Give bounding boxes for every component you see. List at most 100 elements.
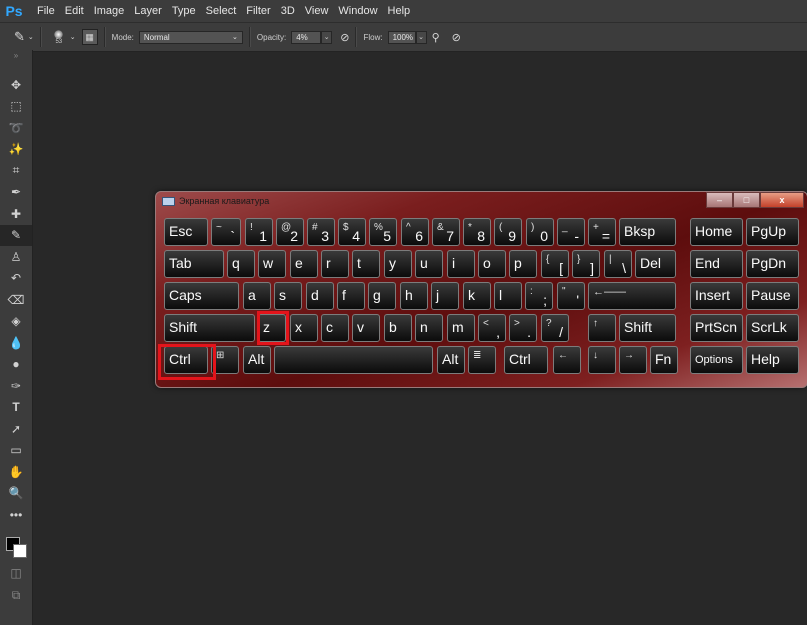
key-shift-left[interactable]: Shift — [164, 314, 255, 342]
key-backspace[interactable]: Bksp — [619, 218, 676, 246]
key-o[interactable]: o — [478, 250, 506, 278]
brush-size-picker[interactable]: 53 — [48, 29, 70, 45]
key-y[interactable]: y — [384, 250, 412, 278]
blur-icon[interactable]: 💧 — [0, 332, 32, 354]
key-caps[interactable]: Caps — [164, 282, 239, 310]
key-right-bracket[interactable]: }] — [572, 250, 600, 278]
crop-icon[interactable]: ⌗ — [0, 160, 32, 182]
mode-dropdown[interactable]: Normal ⌄ — [138, 30, 243, 44]
key-end[interactable]: End — [690, 250, 743, 278]
close-button[interactable]: x — [760, 192, 804, 208]
panel-grip[interactable]: » — [0, 50, 32, 60]
key-minus[interactable]: _ - — [557, 218, 585, 246]
key-a[interactable]: a — [243, 282, 271, 310]
key-semicolon[interactable]: :; — [525, 282, 553, 310]
key-4[interactable]: $4 — [338, 218, 366, 246]
type-icon[interactable]: T — [0, 397, 32, 419]
key-s[interactable]: s — [274, 282, 302, 310]
brush-preset-icon[interactable]: ✎ — [14, 29, 25, 45]
lasso-icon[interactable]: ➰ — [0, 117, 32, 139]
stamp-icon[interactable]: ♙ — [0, 246, 32, 268]
key-q[interactable]: q — [227, 250, 255, 278]
key-delete[interactable]: Del — [635, 250, 676, 278]
key-left-bracket[interactable]: {[ — [541, 250, 569, 278]
key-3[interactable]: #3 — [307, 218, 335, 246]
brush-panel-toggle-icon[interactable]: ▦ — [81, 29, 98, 45]
key-b[interactable]: b — [384, 314, 412, 342]
key-9[interactable]: (9 — [494, 218, 522, 246]
key-p[interactable]: p — [509, 250, 537, 278]
eraser-icon[interactable]: ⌫ — [0, 289, 32, 311]
key-arrow-down[interactable]: ↓ — [588, 346, 616, 374]
key-help[interactable]: Help — [746, 346, 799, 374]
key-backslash[interactable]: | \ — [604, 250, 632, 278]
menu-edit[interactable]: Edit — [60, 5, 89, 17]
menu-file[interactable]: File — [32, 5, 60, 17]
key-h[interactable]: h — [400, 282, 428, 310]
eyedropper-icon[interactable]: ✒ — [0, 182, 32, 204]
key-pgdn[interactable]: PgDn — [746, 250, 799, 278]
minimize-button[interactable]: – — [706, 192, 733, 208]
key-enter[interactable]: ←—— — [588, 282, 676, 310]
key-space[interactable] — [274, 346, 433, 374]
key-fn[interactable]: Fn — [650, 346, 678, 374]
key-6[interactable]: ^ 6 — [401, 218, 429, 246]
key-prtscn[interactable]: PrtScn — [690, 314, 743, 342]
paint-bucket-icon[interactable]: ◈ — [0, 311, 32, 333]
key-t[interactable]: t — [352, 250, 380, 278]
key-alt-left[interactable]: Alt — [243, 346, 271, 374]
rectangle-icon[interactable]: ▭ — [0, 440, 32, 462]
key-5[interactable]: % 5 — [369, 218, 397, 246]
key-1[interactable]: ! 1 — [245, 218, 273, 246]
key-c[interactable]: c — [321, 314, 349, 342]
key-x[interactable]: x — [290, 314, 318, 342]
key-w[interactable]: w — [258, 250, 286, 278]
key-menu[interactable]: ≣ — [468, 346, 496, 374]
key-e[interactable]: e — [290, 250, 318, 278]
key-8[interactable]: * 8 — [463, 218, 491, 246]
history-brush-icon[interactable]: ↶ — [0, 268, 32, 290]
pressure-opacity-icon[interactable]: ⊘ — [340, 31, 349, 44]
chevron-down-icon[interactable]: ⌄ — [28, 33, 34, 41]
key-7[interactable]: & 7 — [432, 218, 460, 246]
menu-view[interactable]: View — [300, 5, 334, 17]
quick-mask-icon[interactable]: ◫ — [0, 562, 32, 584]
key-pgup[interactable]: PgUp — [746, 218, 799, 246]
key-k[interactable]: k — [463, 282, 491, 310]
key-equals[interactable]: + = — [588, 218, 616, 246]
key-n[interactable]: n — [415, 314, 443, 342]
magic-wand-icon[interactable]: ✨ — [0, 139, 32, 161]
key-esc[interactable]: Esc — [164, 218, 208, 246]
key-u[interactable]: u — [415, 250, 443, 278]
key-pause[interactable]: Pause — [746, 282, 799, 310]
move-icon[interactable]: ✥ — [0, 74, 32, 96]
healing-icon[interactable]: ✚ — [0, 203, 32, 225]
menu-help[interactable]: Help — [383, 5, 416, 17]
key-i[interactable]: i — [447, 250, 475, 278]
pressure-size-icon[interactable]: ⊘ — [452, 31, 461, 44]
key-0[interactable]: ) 0 — [526, 218, 554, 246]
key-d[interactable]: d — [306, 282, 334, 310]
key-home[interactable]: Home — [690, 218, 743, 246]
key-grave[interactable]: ~ ` — [211, 218, 241, 246]
background-color-swatch[interactable] — [13, 544, 27, 558]
key-options[interactable]: Options — [690, 346, 743, 374]
key-arrow-right[interactable]: → — [619, 346, 647, 374]
path-select-icon[interactable]: ➚ — [0, 418, 32, 440]
menu-select[interactable]: Select — [201, 5, 242, 17]
key-insert[interactable]: Insert — [690, 282, 743, 310]
key-quote[interactable]: " ' — [557, 282, 585, 310]
chevron-down-icon[interactable]: ⌄ — [70, 33, 76, 41]
key-m[interactable]: m — [447, 314, 475, 342]
key-shift-right[interactable]: Shift — [619, 314, 676, 342]
key-tab[interactable]: Tab — [164, 250, 224, 278]
airbrush-icon[interactable]: ⚲ — [432, 31, 440, 44]
key-arrow-up[interactable]: ↑ — [588, 314, 616, 342]
key-v[interactable]: v — [352, 314, 380, 342]
key-alt-right[interactable]: Alt — [437, 346, 465, 374]
menu-image[interactable]: Image — [89, 5, 130, 17]
brush-icon[interactable]: ✎ — [0, 224, 32, 246]
chevron-down-icon[interactable]: ⌄ — [321, 30, 333, 44]
menu-type[interactable]: Type — [167, 5, 201, 17]
key-period[interactable]: >. — [509, 314, 537, 342]
